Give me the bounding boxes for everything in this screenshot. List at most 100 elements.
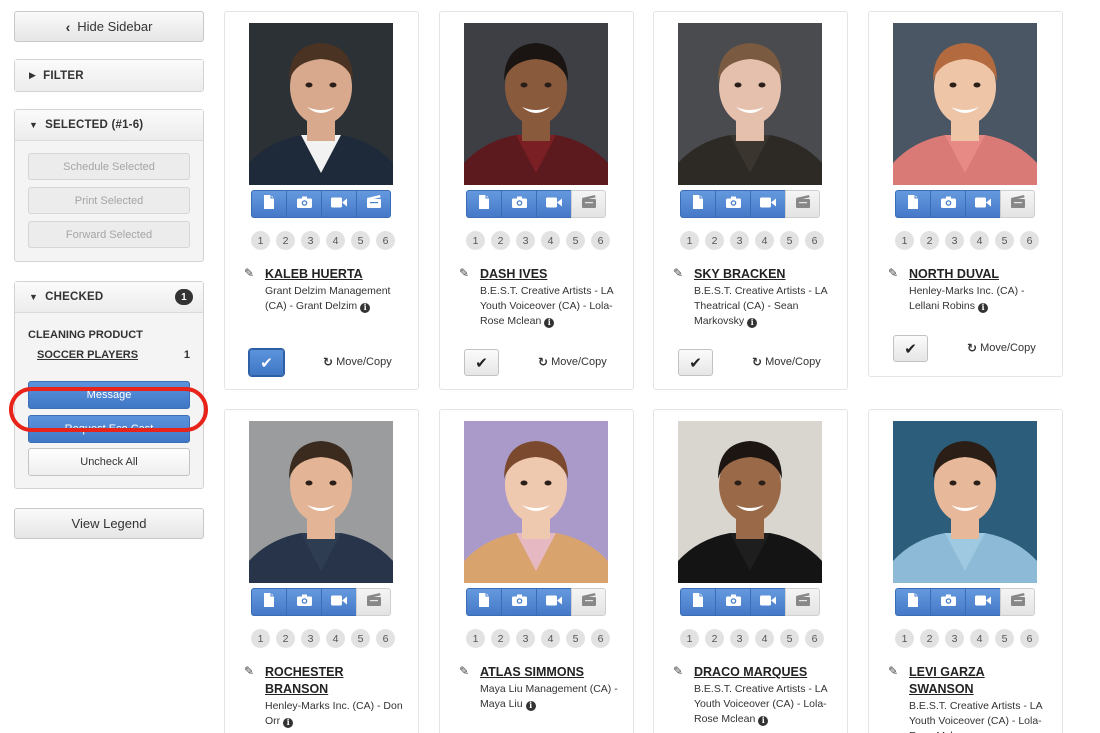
filter-panel[interactable]: ▶ FILTER bbox=[14, 59, 204, 92]
video-button[interactable] bbox=[536, 190, 571, 218]
selection-number[interactable]: 5 bbox=[995, 231, 1014, 250]
headshot-photo[interactable] bbox=[893, 421, 1037, 583]
video-button[interactable] bbox=[750, 190, 785, 218]
selection-number[interactable]: 3 bbox=[730, 629, 749, 648]
video-button[interactable] bbox=[750, 588, 785, 616]
pencil-icon[interactable]: ✎ bbox=[888, 266, 902, 280]
photos-button[interactable] bbox=[286, 190, 321, 218]
selection-number[interactable]: 1 bbox=[680, 231, 699, 250]
reel-button[interactable] bbox=[785, 588, 820, 616]
video-button[interactable] bbox=[321, 190, 356, 218]
talent-name[interactable]: LEVI GARZA SWANSON bbox=[909, 664, 1009, 698]
selection-number[interactable]: 6 bbox=[376, 629, 395, 648]
selection-number[interactable]: 2 bbox=[276, 629, 295, 648]
selection-number[interactable]: 4 bbox=[326, 629, 345, 648]
talent-name[interactable]: DRACO MARQUES bbox=[694, 664, 807, 681]
photos-button[interactable] bbox=[286, 588, 321, 616]
schedule-selected-button[interactable]: Schedule Selected bbox=[28, 153, 190, 180]
info-icon[interactable]: i bbox=[283, 717, 294, 728]
selection-number[interactable]: 6 bbox=[376, 231, 395, 250]
selection-number[interactable]: 4 bbox=[755, 231, 774, 250]
talent-name[interactable]: ROCHESTER BRANSON bbox=[265, 664, 365, 698]
uncheck-all-button[interactable]: Uncheck All bbox=[28, 448, 190, 476]
selection-number[interactable]: 5 bbox=[780, 231, 799, 250]
resume-button[interactable] bbox=[680, 588, 715, 616]
video-button[interactable] bbox=[536, 588, 571, 616]
selection-number[interactable]: 4 bbox=[541, 629, 560, 648]
reel-button[interactable] bbox=[356, 190, 391, 218]
info-icon[interactable]: i bbox=[544, 317, 555, 328]
photos-button[interactable] bbox=[930, 190, 965, 218]
reel-button[interactable] bbox=[1000, 190, 1035, 218]
check-button[interactable]: ✔ bbox=[249, 349, 284, 376]
check-button[interactable]: ✔ bbox=[464, 349, 499, 376]
move-copy-link[interactable]: ↻ Move/Copy bbox=[323, 355, 392, 369]
selection-number[interactable]: 2 bbox=[705, 629, 724, 648]
selection-number[interactable]: 6 bbox=[591, 629, 610, 648]
selection-number[interactable]: 3 bbox=[730, 231, 749, 250]
forward-selected-button[interactable]: Forward Selected bbox=[28, 221, 190, 248]
reel-button[interactable] bbox=[571, 588, 606, 616]
talent-name[interactable]: NORTH DUVAL bbox=[909, 266, 999, 283]
photos-button[interactable] bbox=[501, 190, 536, 218]
reel-button[interactable] bbox=[356, 588, 391, 616]
selection-number[interactable]: 5 bbox=[566, 231, 585, 250]
selection-number[interactable]: 2 bbox=[920, 629, 939, 648]
selection-number[interactable]: 1 bbox=[251, 231, 270, 250]
headshot-photo[interactable] bbox=[249, 23, 393, 185]
hide-sidebar-button[interactable]: ‹ Hide Sidebar bbox=[14, 11, 204, 42]
selection-number[interactable]: 3 bbox=[516, 231, 535, 250]
selection-number[interactable]: 3 bbox=[301, 629, 320, 648]
pencil-icon[interactable]: ✎ bbox=[673, 266, 687, 280]
selection-number[interactable]: 5 bbox=[566, 629, 585, 648]
headshot-photo[interactable] bbox=[678, 23, 822, 185]
video-button[interactable] bbox=[321, 588, 356, 616]
selection-number[interactable]: 6 bbox=[805, 231, 824, 250]
headshot-photo[interactable] bbox=[893, 23, 1037, 185]
video-button[interactable] bbox=[965, 588, 1000, 616]
pencil-icon[interactable]: ✎ bbox=[244, 664, 258, 678]
selection-number[interactable]: 2 bbox=[276, 231, 295, 250]
selection-number[interactable]: 3 bbox=[945, 629, 964, 648]
resume-button[interactable] bbox=[466, 588, 501, 616]
reel-button[interactable] bbox=[1000, 588, 1035, 616]
pencil-icon[interactable]: ✎ bbox=[244, 266, 258, 280]
photos-button[interactable] bbox=[930, 588, 965, 616]
selection-number[interactable]: 1 bbox=[680, 629, 699, 648]
selection-number[interactable]: 1 bbox=[466, 629, 485, 648]
selection-number[interactable]: 1 bbox=[251, 629, 270, 648]
photos-button[interactable] bbox=[715, 588, 750, 616]
reel-button[interactable] bbox=[785, 190, 820, 218]
selection-number[interactable]: 4 bbox=[326, 231, 345, 250]
check-button[interactable]: ✔ bbox=[893, 335, 928, 362]
checked-header[interactable]: ▼ CHECKED 1 bbox=[15, 282, 203, 313]
selection-number[interactable]: 4 bbox=[970, 231, 989, 250]
pencil-icon[interactable]: ✎ bbox=[459, 266, 473, 280]
selection-number[interactable]: 6 bbox=[591, 231, 610, 250]
talent-name[interactable]: SKY BRACKEN bbox=[694, 266, 785, 283]
resume-button[interactable] bbox=[251, 190, 286, 218]
selection-number[interactable]: 4 bbox=[541, 231, 560, 250]
talent-name[interactable]: KALEB HUERTA bbox=[265, 266, 363, 283]
pencil-icon[interactable]: ✎ bbox=[888, 664, 902, 678]
headshot-photo[interactable] bbox=[678, 421, 822, 583]
selection-number[interactable]: 5 bbox=[995, 629, 1014, 648]
selection-number[interactable]: 2 bbox=[491, 629, 510, 648]
print-selected-button[interactable]: Print Selected bbox=[28, 187, 190, 214]
selection-number[interactable]: 1 bbox=[895, 629, 914, 648]
info-icon[interactable]: i bbox=[360, 302, 371, 313]
selection-number[interactable]: 5 bbox=[780, 629, 799, 648]
filter-header[interactable]: ▶ FILTER bbox=[15, 60, 203, 91]
move-copy-link[interactable]: ↻ Move/Copy bbox=[538, 355, 607, 369]
talent-name[interactable]: ATLAS SIMMONS bbox=[480, 664, 584, 681]
headshot-photo[interactable] bbox=[249, 421, 393, 583]
role-link[interactable]: SOCCER PLAYERS bbox=[37, 349, 138, 361]
selection-number[interactable]: 6 bbox=[1020, 629, 1039, 648]
move-copy-link[interactable]: ↻ Move/Copy bbox=[967, 341, 1036, 355]
selection-number[interactable]: 3 bbox=[301, 231, 320, 250]
selection-number[interactable]: 5 bbox=[351, 629, 370, 648]
photos-button[interactable] bbox=[715, 190, 750, 218]
selection-number[interactable]: 3 bbox=[516, 629, 535, 648]
video-button[interactable] bbox=[965, 190, 1000, 218]
headshot-photo[interactable] bbox=[464, 23, 608, 185]
